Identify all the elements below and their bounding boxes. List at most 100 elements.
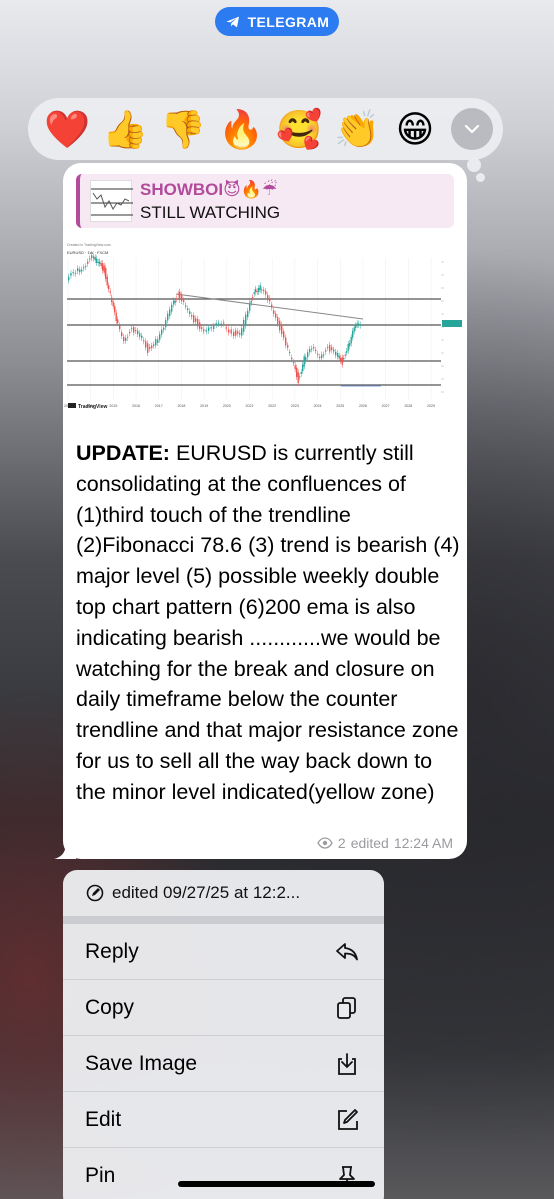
reaction-heart[interactable]: ❤️ xyxy=(38,102,96,156)
candle xyxy=(108,285,110,290)
candle xyxy=(346,350,348,353)
candle xyxy=(139,333,141,337)
eye-icon xyxy=(317,837,333,849)
candle xyxy=(117,319,119,324)
candle xyxy=(112,301,114,307)
candle xyxy=(340,357,342,361)
menu-item-pin[interactable]: Pin xyxy=(63,1148,384,1199)
candle xyxy=(245,314,247,326)
chart-header: Created in TradingView.com xyxy=(67,243,111,247)
candle xyxy=(197,319,199,327)
chart-x-label: 2024 xyxy=(314,404,322,408)
candle xyxy=(267,295,269,301)
reaction-clapping[interactable]: 👏 xyxy=(328,102,386,156)
candle xyxy=(137,330,139,335)
telegram-app-pill[interactable]: TELEGRAM xyxy=(215,7,339,36)
more-reactions-button[interactable] xyxy=(451,108,493,150)
candle xyxy=(199,322,201,329)
message-bubble[interactable]: SHOWBOI😈🔥☔ STILL WATCHING Created in Tra… xyxy=(63,163,467,859)
edited-timestamp: edited 09/27/25 at 12:2... xyxy=(112,883,301,902)
candle xyxy=(125,337,127,341)
candle xyxy=(159,334,161,340)
candle xyxy=(218,322,220,324)
candle xyxy=(271,304,273,308)
candle xyxy=(119,325,121,330)
menu-item-edit[interactable]: Edit xyxy=(63,1092,384,1148)
telegram-label: TELEGRAM xyxy=(247,13,330,30)
candle xyxy=(135,330,137,332)
edited-clock-icon xyxy=(86,884,104,902)
candle xyxy=(85,266,87,268)
candle xyxy=(243,320,245,332)
candle xyxy=(115,312,117,322)
reply-text: STILL WATCHING xyxy=(140,203,281,222)
candle xyxy=(215,323,217,326)
telegram-icon xyxy=(225,16,239,27)
candle xyxy=(87,261,89,264)
chart-x-label: 2018 xyxy=(177,404,185,408)
candle xyxy=(149,347,151,349)
candle xyxy=(247,310,249,318)
reaction-smiling-hearts[interactable]: 🥰 xyxy=(270,102,328,156)
reply-preview[interactable]: SHOWBOI😈🔥☔ STILL WATCHING xyxy=(76,174,454,228)
candle xyxy=(195,318,197,322)
candle xyxy=(311,348,313,350)
menu-item-label: Reply xyxy=(85,939,139,963)
menu-item-label: Copy xyxy=(85,995,135,1019)
candle xyxy=(81,269,83,272)
candle xyxy=(114,305,116,313)
menu-item-label: Pin xyxy=(85,1164,116,1187)
candle xyxy=(70,273,72,276)
candle xyxy=(305,357,307,361)
candle xyxy=(106,276,108,286)
menu-item-reply[interactable]: Reply xyxy=(63,924,384,980)
candle xyxy=(253,292,255,294)
menu-item-copy[interactable]: Copy xyxy=(63,980,384,1036)
candle xyxy=(123,336,125,341)
chart-symbol: EURUSD · 1W · FXCM xyxy=(67,250,108,255)
candle xyxy=(151,345,153,348)
reaction-grin[interactable]: 😁 xyxy=(386,102,444,156)
edit-icon xyxy=(338,1108,358,1130)
message-text-bold: UPDATE: xyxy=(76,441,170,465)
home-indicator[interactable] xyxy=(178,1181,375,1187)
candle xyxy=(237,331,239,334)
candle xyxy=(341,357,343,365)
candle xyxy=(344,354,346,356)
bubble-dot-small xyxy=(476,173,485,182)
reaction-thumbs-up[interactable]: 👍 xyxy=(96,102,154,156)
candle xyxy=(355,325,357,328)
copy-icon xyxy=(337,996,356,1019)
candle xyxy=(358,323,360,325)
candle xyxy=(143,340,145,342)
reaction-thumbs-down[interactable]: 👎 xyxy=(154,102,212,156)
candle xyxy=(277,317,279,324)
candle xyxy=(337,353,339,357)
tradingview-logo-text: TradingView xyxy=(78,404,107,410)
chart-x-label: 2019 xyxy=(200,404,208,408)
candle xyxy=(191,315,193,317)
candle xyxy=(302,364,304,372)
chart-x-label: 2026 xyxy=(359,404,367,408)
chart-x-label: 2015 xyxy=(109,404,117,408)
candle xyxy=(289,352,291,354)
chart-x-label: 2016 xyxy=(132,404,140,408)
menu-item-save-image[interactable]: Save Image xyxy=(63,1036,384,1092)
candle xyxy=(141,335,143,338)
candle xyxy=(96,258,98,263)
candle xyxy=(350,336,352,344)
candle xyxy=(183,300,185,302)
candle xyxy=(273,310,275,314)
candle xyxy=(309,349,311,353)
candle xyxy=(163,327,165,330)
candle xyxy=(299,376,301,378)
candle xyxy=(187,308,189,311)
candle xyxy=(297,372,299,383)
candle xyxy=(349,342,351,347)
candle xyxy=(333,349,335,352)
chevron-down-icon xyxy=(464,124,480,134)
reaction-fire[interactable]: 🔥 xyxy=(212,102,270,156)
message-meta: 2 edited 12:24 AM xyxy=(317,835,453,851)
chart-image[interactable]: Created in TradingView.com EURUSD · 1W ·… xyxy=(63,240,467,426)
candle xyxy=(193,315,195,323)
